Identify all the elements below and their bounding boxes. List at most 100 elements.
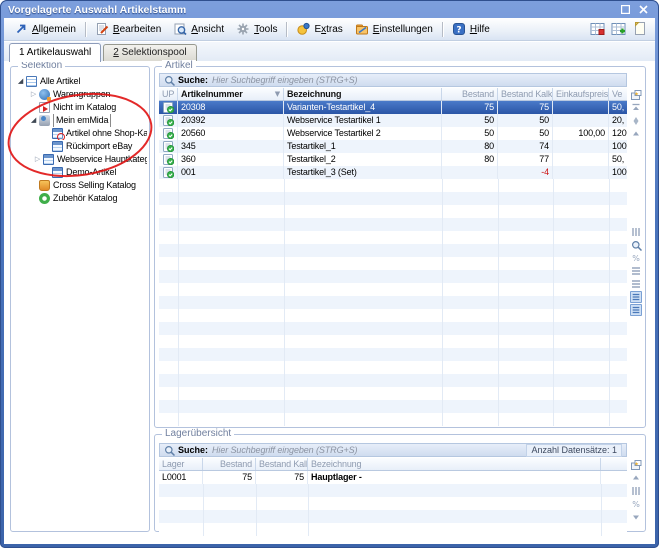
tree-item-cross-selling-katalog[interactable]: Cross Selling Katalog (13, 179, 147, 192)
menu-allgemein[interactable]: Allgemein (8, 20, 82, 39)
app-window: Vorgelagerte Auswahl Artikelstamm Allgem… (0, 0, 659, 548)
column-header-einkaufspreis[interactable]: Einkaufspreis (553, 88, 609, 100)
scroll-up-icon[interactable] (630, 472, 642, 484)
grid-forbidden-icon (52, 128, 63, 139)
menu-einstellungen[interactable]: Einstellungen (349, 20, 439, 39)
menu-bar: Allgemein Bearbeiten Ansicht Tools (4, 18, 655, 41)
expander-open-icon[interactable]: ◢ (29, 114, 38, 127)
lager-grid-header: Lager Bestand Bestand Kalk. Bezeichnung (159, 458, 627, 471)
table-row[interactable]: 20560 Webservice Testartikel 2 50 50 100… (159, 127, 627, 140)
tree-item-nicht-im-katalog[interactable]: Nicht im Katalog (13, 101, 147, 114)
grid-blue-icon (52, 141, 63, 152)
column-header-lager[interactable]: Lager (159, 458, 203, 470)
extras-ball-icon (296, 22, 310, 36)
artikel-panel: Artikel Suche: Hier Suchbegriff eingeben… (154, 66, 646, 428)
column-header-bezeichnung[interactable]: Bezeichnung (284, 88, 442, 100)
table-row[interactable]: 20392 Webservice Testartikel 1 50 50 20, (159, 114, 627, 127)
maximize-icon (621, 5, 630, 14)
column-header-artikelnummer[interactable]: ▼Artikelnummer (178, 88, 284, 100)
table-row[interactable]: 360 Testartikel_2 80 77 50, (159, 153, 627, 166)
tree-item-zubehoer-katalog[interactable]: Zubehör Katalog (13, 192, 147, 205)
tree-item-warengruppen[interactable]: ▷ Warengruppen (13, 88, 147, 101)
table-row[interactable]: 345 Testartikel_1 80 74 100 (159, 140, 627, 153)
new-page-icon[interactable] (632, 21, 648, 37)
menu-tools[interactable]: Tools (230, 20, 283, 39)
row-layout-icon[interactable] (630, 265, 642, 277)
window-title: Vorgelagerte Auswahl Artikelstamm (8, 4, 186, 16)
menu-extras[interactable]: Extras (290, 20, 348, 39)
view-list-icon[interactable] (630, 291, 642, 303)
menu-separator (85, 22, 86, 37)
tab-strip: 1 Artikelauswahl 2 Selektionspool (4, 42, 655, 61)
title-bar[interactable]: Vorgelagerte Auswahl Artikelstamm (0, 1, 659, 18)
row-export-icon[interactable] (630, 278, 642, 290)
green-arrows-icon (39, 193, 50, 204)
menu-separator (442, 22, 443, 37)
tab-artikelauswahl[interactable]: 1 Artikelauswahl (9, 43, 101, 62)
column-chooser-icon[interactable] (630, 89, 642, 101)
gear-icon (236, 22, 250, 36)
empty-rows (159, 484, 627, 536)
tree-item-alle-artikel[interactable]: ◢ Alle Artikel (13, 75, 147, 88)
expander-closed-icon[interactable]: ▷ (33, 153, 42, 166)
column-header-bestand-kalk[interactable]: Bestand Kalk. (498, 88, 553, 100)
arrow-up-right-icon (14, 22, 28, 36)
empty-rows (159, 179, 627, 426)
expander-open-icon[interactable]: ◢ (16, 75, 25, 88)
artikel-search-input[interactable]: Suche: Hier Suchbegriff eingeben (STRG+S… (159, 73, 627, 87)
column-header-bestand-kalk[interactable]: Bestand Kalk. (256, 458, 308, 470)
grid-export-icon[interactable] (590, 21, 606, 37)
table-row[interactable]: 001 Testartikel_3 (Set) -4 100 (159, 166, 627, 179)
maximize-button[interactable] (618, 3, 633, 16)
close-icon (639, 5, 648, 14)
expander-closed-icon[interactable]: ▷ (29, 88, 38, 101)
grid-add-icon[interactable] (611, 21, 627, 37)
column-header-bestand[interactable]: Bestand (203, 458, 256, 470)
column-chooser-icon[interactable] (630, 459, 642, 471)
artikel-grid-header: UP ▼Artikelnummer Bezeichnung Bestand Be… (159, 88, 627, 101)
best-fit-columns-icon[interactable] (630, 226, 642, 238)
hand-icon (39, 115, 50, 126)
lager-grid: Lager Bestand Bestand Kalk. Bezeichnung … (159, 458, 627, 536)
column-header-bezeichnung[interactable]: Bezeichnung (308, 458, 601, 470)
artikel-grid: UP ▼Artikelnummer Bezeichnung Bestand Be… (159, 88, 627, 426)
artikel-caption: Artikel (162, 60, 196, 72)
menu-bearbeiten[interactable]: Bearbeiten (89, 20, 167, 39)
percent-icon[interactable]: % (630, 252, 642, 264)
percent-icon[interactable]: % (630, 498, 642, 510)
tree-item-demo-artikel[interactable]: Demo-Artikel (13, 166, 147, 179)
scroll-down-icon[interactable] (630, 511, 642, 523)
tree-item-rueckimport-ebay[interactable]: Rückimport eBay (13, 140, 147, 153)
best-fit-columns-icon[interactable] (630, 485, 642, 497)
zoom-icon[interactable] (630, 239, 642, 251)
settings-folder-icon (355, 22, 369, 36)
menu-separator (286, 22, 287, 37)
column-header-bestand[interactable]: Bestand (442, 88, 498, 100)
scroll-marker-icon[interactable] (630, 115, 642, 127)
help-icon (452, 22, 466, 36)
close-button[interactable] (636, 3, 651, 16)
column-header-up[interactable]: UP (159, 88, 178, 100)
lager-panel: Lagerübersicht Suche: Hier Suchbegriff e… (154, 434, 646, 532)
table-row-selected[interactable]: 20308 Varianten-Testartikel_4 75 75 50, (159, 101, 627, 114)
lager-caption: Lagerübersicht (162, 428, 234, 440)
menu-ansicht[interactable]: Ansicht (167, 20, 230, 39)
edit-page-icon (95, 22, 109, 36)
tree-item-webservice-hauptkategorie[interactable]: ▷ Webservice Hauptkategorie (13, 153, 147, 166)
lager-search-input[interactable]: Suche: Hier Suchbegriff eingeben (STRG+S… (159, 443, 627, 457)
screenshot-root: Vorgelagerte Auswahl Artikelstamm Allgem… (0, 0, 659, 548)
table-row[interactable]: L0001 75 75 Hauptlager - (159, 471, 627, 484)
tab-selektionspool[interactable]: 2 Selektionspool (103, 44, 196, 61)
view-list-icon-2[interactable] (630, 304, 642, 316)
lager-side-toolbar: % (629, 443, 643, 529)
scroll-first-icon[interactable] (630, 102, 642, 114)
scroll-up-icon[interactable] (630, 128, 642, 140)
tree-item-artikel-ohne-shop-kategorie[interactable]: Artikel ohne Shop-Kategorie (13, 127, 147, 140)
column-header-ve[interactable]: Ve (609, 88, 627, 100)
selektion-tree: ◢ Alle Artikel ▷ Warengruppen Ni (13, 75, 147, 529)
article-doc-icon (163, 128, 174, 139)
sort-desc-icon: ▼ (275, 88, 280, 100)
article-doc-icon (163, 154, 174, 165)
tree-item-mein-emmida[interactable]: ◢ Mein emMida (13, 114, 147, 127)
menu-hilfe[interactable]: Hilfe (446, 20, 496, 39)
